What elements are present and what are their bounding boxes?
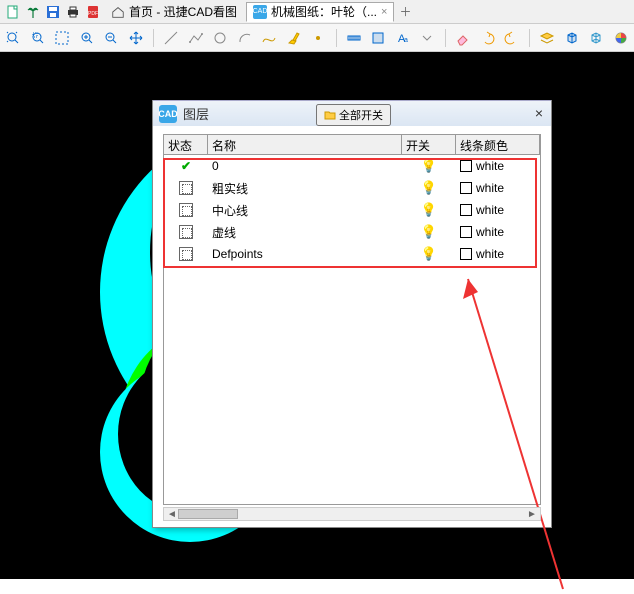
layer-name: 虚线: [208, 224, 402, 241]
table-row[interactable]: 虚线 💡 white: [164, 221, 540, 243]
save-icon[interactable]: [44, 3, 62, 21]
select-window-icon[interactable]: [53, 28, 72, 48]
toggle-all-label: 全部开关: [339, 107, 383, 123]
layer-state-icon: [179, 203, 193, 217]
header-switch[interactable]: 开关: [402, 135, 456, 154]
color-swatch[interactable]: [460, 226, 472, 238]
pdf-icon[interactable]: PDF: [84, 3, 102, 21]
cad-file-icon: CAD: [253, 5, 267, 19]
title-tab-bar: PDF 首页 - 迅捷CAD看图 CAD 机械图纸：叶轮（... × ＋: [0, 0, 634, 24]
eraser-icon[interactable]: [454, 28, 473, 48]
measure-icon[interactable]: [345, 28, 364, 48]
layers-dialog: CAD 图层 全部开关 × 状态 名称 开关 线条颜色 ✔ 0 💡 white …: [152, 100, 552, 528]
color-label: white: [476, 181, 504, 195]
spline-icon[interactable]: [260, 28, 279, 48]
color-swatch[interactable]: [460, 248, 472, 260]
active-layer-icon: ✔: [181, 159, 191, 173]
area-icon[interactable]: [369, 28, 388, 48]
text-icon[interactable]: Aa: [394, 28, 413, 48]
new-file-icon[interactable]: [4, 3, 22, 21]
scroll-thumb[interactable]: [178, 509, 238, 519]
palm-icon[interactable]: [24, 3, 42, 21]
horizontal-scrollbar[interactable]: ◄ ►: [163, 507, 541, 521]
circle-icon[interactable]: [211, 28, 230, 48]
tab-document[interactable]: CAD 机械图纸：叶轮（... ×: [246, 2, 394, 22]
bulb-icon[interactable]: 💡: [421, 158, 437, 174]
layer-name: 0: [208, 159, 402, 173]
highlight-icon[interactable]: [285, 28, 304, 48]
zoom-in-icon[interactable]: [78, 28, 97, 48]
main-toolbar: Aa: [0, 24, 634, 52]
table-row[interactable]: 粗实线 💡 white: [164, 177, 540, 199]
table-header: 状态 名称 开关 线条颜色: [164, 135, 540, 155]
table-row[interactable]: Defpoints 💡 white: [164, 243, 540, 265]
tab-home[interactable]: 首页 - 迅捷CAD看图: [104, 2, 244, 22]
zoom-out-icon[interactable]: [102, 28, 121, 48]
color-swatch[interactable]: [460, 182, 472, 194]
scroll-track[interactable]: [178, 509, 526, 519]
new-tab-button[interactable]: ＋: [396, 3, 414, 20]
undo-icon[interactable]: [478, 28, 497, 48]
toolbar-separator: [445, 29, 446, 47]
redo-icon[interactable]: [503, 28, 522, 48]
tab-home-label: 首页 - 迅捷CAD看图: [129, 3, 237, 20]
print-icon[interactable]: [64, 3, 82, 21]
scroll-right-button[interactable]: ►: [526, 509, 538, 520]
color-label: white: [476, 247, 504, 261]
layer-name: Defpoints: [208, 247, 402, 261]
header-color[interactable]: 线条颜色: [456, 135, 540, 154]
layer-name: 中心线: [208, 202, 402, 219]
bulb-icon[interactable]: 💡: [421, 202, 437, 218]
3d-view-icon[interactable]: [563, 28, 582, 48]
cube-icon[interactable]: [587, 28, 606, 48]
home-icon: [111, 5, 125, 19]
color-wheel-icon[interactable]: [612, 28, 631, 48]
layer-state-icon: [179, 181, 193, 195]
bulb-icon[interactable]: 💡: [421, 180, 437, 196]
header-name[interactable]: 名称: [208, 135, 402, 154]
folder-icon: [324, 110, 336, 120]
table-row[interactable]: 中心线 💡 white: [164, 199, 540, 221]
color-label: white: [476, 225, 504, 239]
dialog-icon: CAD: [159, 105, 177, 123]
layer-state-icon: [179, 247, 193, 261]
tab-document-label: 机械图纸：叶轮（...: [271, 3, 377, 20]
scroll-left-button[interactable]: ◄: [166, 509, 178, 520]
polyline-icon[interactable]: [187, 28, 206, 48]
color-label: white: [476, 203, 504, 217]
svg-text:a: a: [404, 37, 408, 44]
bulb-icon[interactable]: 💡: [421, 224, 437, 240]
bulb-icon[interactable]: 💡: [421, 246, 437, 262]
pan-icon[interactable]: [127, 28, 146, 48]
svg-text:PDF: PDF: [88, 11, 98, 17]
dialog-close-button[interactable]: ×: [535, 105, 543, 121]
zoom-window-icon[interactable]: [29, 28, 48, 48]
toggle-all-button[interactable]: 全部开关: [316, 104, 391, 126]
header-state[interactable]: 状态: [164, 135, 208, 154]
color-label: white: [476, 159, 504, 173]
zoom-extents-icon[interactable]: [4, 28, 23, 48]
toolbar-separator: [153, 29, 154, 47]
color-swatch[interactable]: [460, 160, 472, 172]
color-swatch[interactable]: [460, 204, 472, 216]
layers-table: 状态 名称 开关 线条颜色 ✔ 0 💡 white 粗实线 💡 white 中心…: [163, 134, 541, 505]
dialog-title: 图层: [183, 104, 209, 123]
table-row[interactable]: ✔ 0 💡 white: [164, 155, 540, 177]
tab-close-icon[interactable]: ×: [381, 6, 387, 18]
layers-icon[interactable]: [538, 28, 557, 48]
toolbar-separator: [336, 29, 337, 47]
line-icon[interactable]: [162, 28, 181, 48]
layer-name: 粗实线: [208, 180, 402, 197]
dropdown-icon[interactable]: [418, 28, 437, 48]
layer-state-icon: [179, 225, 193, 239]
dialog-titlebar[interactable]: CAD 图层 全部开关 ×: [153, 100, 551, 126]
toolbar-separator: [529, 29, 530, 47]
arc-icon[interactable]: [236, 28, 255, 48]
point-icon[interactable]: [309, 28, 328, 48]
